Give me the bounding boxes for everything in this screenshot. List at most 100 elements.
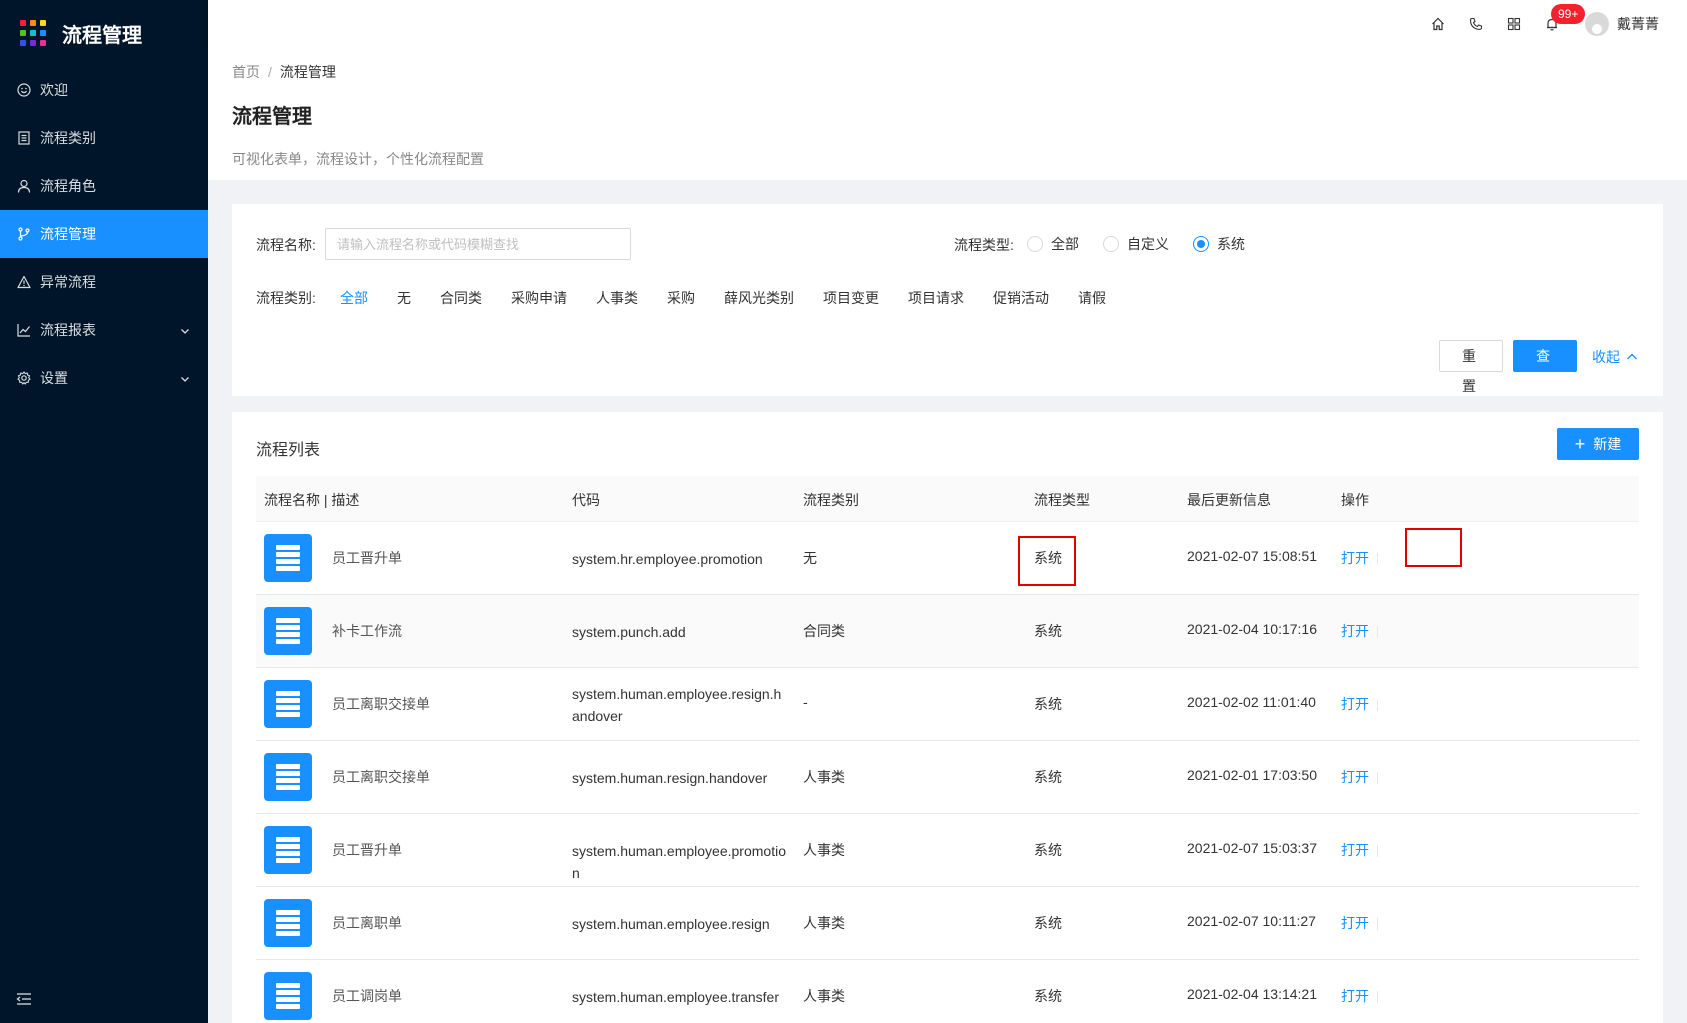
list-title: 流程列表 (256, 442, 321, 459)
process-form-icon (264, 826, 312, 874)
sidebar-item-label: 流程管理 (40, 226, 96, 242)
radio-circle[interactable] (1027, 236, 1043, 252)
open-link[interactable]: 打开 (1341, 550, 1369, 566)
sidebar-item-exceptions[interactable]: 异常流程 (0, 258, 208, 306)
plus-icon: + (1574, 434, 1586, 454)
category-tag[interactable]: 无 (397, 288, 411, 308)
column-header-type: 流程类型 (1034, 492, 1090, 508)
process-name[interactable]: 员工晋升单 (332, 840, 402, 860)
apps-grid-icon (20, 20, 46, 46)
new-process-button[interactable]: + 新建 (1557, 428, 1639, 460)
action-divider (1377, 845, 1378, 858)
app-logo[interactable]: 流程管理 (0, 0, 208, 66)
category-tag[interactable]: 人事类 (596, 288, 638, 308)
process-name[interactable]: 员工调岗单 (332, 986, 402, 1006)
category-tag[interactable]: 项目请求 (908, 288, 964, 308)
process-form-icon (264, 899, 312, 947)
open-link[interactable]: 打开 (1341, 696, 1369, 712)
collapse-filter-link[interactable]: 收起 (1592, 347, 1638, 367)
sidebar-item-process-management[interactable]: 流程管理 (0, 210, 208, 258)
sidebar-item-reports[interactable]: 流程报表 (0, 306, 208, 354)
last-updated: 2021-02-02 11:01:40 (1187, 694, 1316, 710)
last-updated: 2021-02-01 17:03:50 (1187, 767, 1317, 783)
process-code: system.punch.add (572, 624, 686, 640)
table-row[interactable]: 员工调岗单 system.human.employee.transfer 人事类 系统… (256, 960, 1639, 1023)
category-tag[interactable]: 采购 (667, 288, 695, 308)
action-divider (1377, 626, 1378, 639)
category-tag[interactable]: 请假 (1078, 288, 1106, 308)
search-input[interactable] (325, 228, 631, 260)
sidebar-item-roles[interactable]: 流程角色 (0, 162, 208, 210)
phone-icon[interactable] (1457, 0, 1495, 48)
action-cell: 打开 (1341, 913, 1378, 933)
type-radio-option[interactable]: 全部 (1027, 234, 1079, 254)
sidebar-item-settings[interactable]: 设置 (0, 354, 208, 402)
process-category: 人事类 (803, 915, 845, 931)
action-divider (1377, 772, 1378, 785)
process-category: - (803, 694, 808, 710)
menu-fold-icon[interactable] (16, 992, 32, 1009)
page-title: 流程管理 (232, 106, 312, 128)
table-row[interactable]: 员工离职单 system.human.employee.resign 人事类 系统 20… (256, 887, 1639, 960)
process-name[interactable]: 员工晋升单 (332, 548, 402, 568)
breadcrumb-current: 流程管理 (279, 64, 336, 80)
process-type: 系统 (1034, 696, 1062, 712)
action-divider (1377, 991, 1378, 1004)
sidebar-item-label: 流程角色 (40, 178, 96, 194)
table-row[interactable]: 员工晋升单 system.human.employee.promotion 人事类 系… (256, 814, 1639, 887)
home-icon[interactable] (1419, 0, 1457, 48)
name-filter-label: 流程名称: (256, 237, 316, 253)
open-link[interactable]: 打开 (1341, 988, 1369, 1004)
sidebar-item-welcome[interactable]: 欢迎 (0, 66, 208, 114)
radio-circle[interactable] (1103, 236, 1119, 252)
category-tag[interactable]: 合同类 (440, 288, 482, 308)
type-radio-option[interactable]: 自定义 (1103, 234, 1169, 254)
last-updated: 2021-02-07 15:03:37 (1187, 840, 1317, 856)
top-header: 99+ 戴菁菁 (208, 0, 1687, 48)
appstore-icon[interactable] (1495, 0, 1533, 48)
last-updated: 2021-02-07 15:08:51 (1187, 548, 1317, 564)
table-row[interactable]: 补卡工作流 system.punch.add 合同类 系统 2021-02-04 10:… (256, 595, 1639, 668)
radio-circle[interactable] (1193, 236, 1209, 252)
process-form-icon (264, 753, 312, 801)
breadcrumb-home[interactable]: 首页 (232, 64, 260, 80)
highlight-box-type (1018, 536, 1076, 586)
sidebar-item-categories[interactable]: 流程类别 (0, 114, 208, 162)
process-type: 系统 (1034, 988, 1062, 1004)
process-name[interactable]: 补卡工作流 (332, 621, 402, 641)
table-row[interactable]: 员工离职交接单 system.human.employee.resign.hand… (256, 668, 1639, 741)
type-radio-option[interactable]: 系统 (1193, 234, 1245, 254)
avatar[interactable] (1585, 12, 1609, 36)
warning-icon (16, 274, 32, 290)
process-type: 系统 (1034, 623, 1062, 639)
process-form-icon (264, 680, 312, 728)
open-link[interactable]: 打开 (1341, 915, 1369, 931)
process-name[interactable]: 员工离职交接单 (332, 694, 430, 714)
radio-label: 自定义 (1127, 236, 1169, 252)
process-name[interactable]: 员工离职单 (332, 913, 402, 933)
process-form-icon (264, 534, 312, 582)
process-category: 人事类 (803, 842, 845, 858)
open-link[interactable]: 打开 (1341, 842, 1369, 858)
username[interactable]: 戴菁菁 (1617, 14, 1659, 34)
reset-button[interactable]: 重置 (1439, 340, 1503, 394)
category-tag[interactable]: 薛风光类别 (724, 288, 794, 308)
process-name[interactable]: 员工离职交接单 (332, 767, 430, 787)
category-tag[interactable]: 全部 (340, 288, 368, 308)
process-category: 合同类 (803, 623, 845, 639)
process-form-icon (264, 607, 312, 655)
smile-icon (16, 82, 32, 98)
open-link[interactable]: 打开 (1341, 623, 1369, 639)
column-header-updated: 最后更新信息 (1187, 492, 1271, 508)
notification-badge: 99+ (1551, 4, 1586, 24)
category-tag[interactable]: 采购申请 (511, 288, 567, 308)
query-button[interactable]: 查询 (1513, 340, 1577, 394)
bell-icon[interactable]: 99+ (1533, 0, 1586, 48)
breadcrumb: 首页 / 流程管理 (232, 62, 1663, 82)
last-updated: 2021-02-04 13:14:21 (1187, 986, 1317, 1002)
category-tag[interactable]: 项目变更 (823, 288, 879, 308)
category-tag[interactable]: 促销活动 (993, 288, 1049, 308)
open-link[interactable]: 打开 (1341, 769, 1369, 785)
table-row[interactable]: 员工离职交接单 system.human.resign.handover 人事类 系统… (256, 741, 1639, 814)
action-divider (1377, 918, 1378, 931)
